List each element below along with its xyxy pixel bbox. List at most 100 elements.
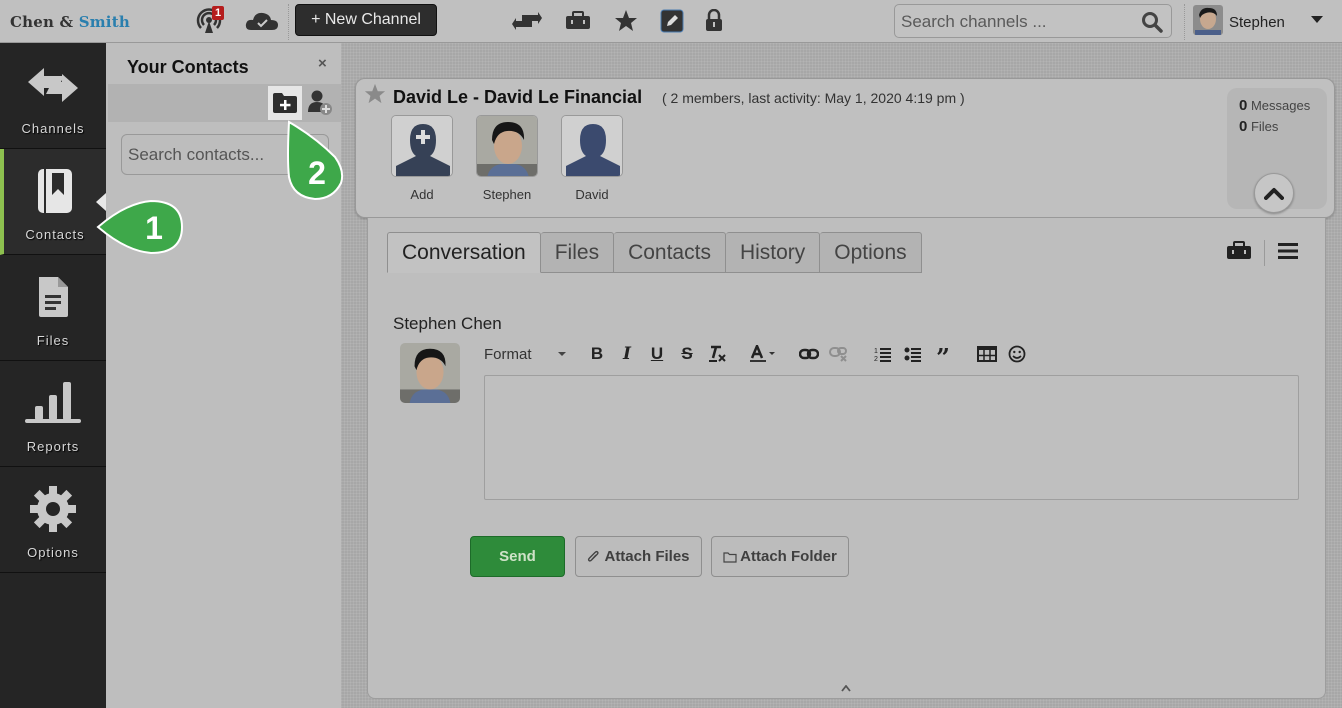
nav-item-options[interactable]: Options xyxy=(0,467,106,573)
bold-icon[interactable]: B xyxy=(582,343,612,365)
channel-title: David Le - David Le Financial xyxy=(393,87,643,107)
callout-step-1: 1 xyxy=(96,197,186,262)
menu-icon[interactable] xyxy=(1277,241,1299,266)
lock-icon[interactable] xyxy=(700,8,728,34)
tab-contacts[interactable]: Contacts xyxy=(614,232,726,273)
author-avatar xyxy=(400,343,460,403)
add-folder-button[interactable] xyxy=(268,86,302,120)
svg-text:1: 1 xyxy=(145,210,163,246)
callout-step-2: 2 xyxy=(285,119,347,206)
add-contact-button[interactable] xyxy=(307,88,333,121)
logo-text-smith: Smith xyxy=(78,13,130,31)
bar-chart-icon xyxy=(23,377,83,429)
channel-meta: ( 2 members, last activity: May 1, 2020 … xyxy=(662,90,965,106)
paperclip-icon xyxy=(587,550,600,564)
tab-files[interactable]: Files xyxy=(540,232,615,273)
add-member-icon xyxy=(391,115,453,177)
close-icon[interactable]: × xyxy=(318,55,327,72)
conversation-tools xyxy=(1226,240,1299,266)
member-label: Stephen xyxy=(482,187,532,202)
underline-icon[interactable]: U xyxy=(642,343,672,365)
left-nav: Channels Contacts Files Reports Options xyxy=(0,43,106,708)
conversation-tabs: Conversation Files Contacts History Opti… xyxy=(387,232,922,273)
tab-conversation[interactable]: Conversation xyxy=(387,232,541,273)
nav-label: Files xyxy=(36,333,70,348)
svg-text:2: 2 xyxy=(308,155,326,191)
unlink-icon[interactable] xyxy=(824,343,854,365)
attach-folder-button[interactable]: Attach Folder xyxy=(711,536,849,577)
channel-stats: 0 Messages 0 Files xyxy=(1227,88,1327,213)
edit-icon[interactable] xyxy=(658,8,686,34)
user-name[interactable]: Stephen xyxy=(1229,14,1285,31)
nav-label: Channels xyxy=(21,121,85,136)
svg-text:2: 2 xyxy=(874,356,878,362)
format-label: Format xyxy=(484,345,532,363)
gear-icon xyxy=(28,483,78,535)
messages-stat: 0 Messages xyxy=(1239,97,1311,114)
add-member-button[interactable]: Add xyxy=(382,115,462,202)
member-avatar xyxy=(476,115,538,177)
strikethrough-icon[interactable]: S xyxy=(672,343,702,365)
member-stephen[interactable]: Stephen xyxy=(467,115,547,202)
channel-search-box xyxy=(894,4,1172,38)
tab-history[interactable]: History xyxy=(725,232,821,273)
toolbox-icon[interactable] xyxy=(564,8,592,34)
toolbox-icon[interactable] xyxy=(1226,240,1252,266)
remove-format-icon[interactable] xyxy=(702,343,732,365)
text-color-icon[interactable] xyxy=(746,343,780,365)
nav-item-channels[interactable]: Channels xyxy=(0,43,106,149)
nav-item-contacts[interactable]: Contacts xyxy=(0,149,106,255)
link-icon[interactable] xyxy=(794,343,824,365)
contacts-toolbar xyxy=(108,84,341,122)
member-avatar xyxy=(561,115,623,177)
message-editor[interactable] xyxy=(484,375,1299,500)
table-icon[interactable] xyxy=(972,343,1002,365)
attach-files-button[interactable]: Attach Files xyxy=(575,536,702,577)
divider xyxy=(1184,4,1185,40)
nav-label: Options xyxy=(27,545,79,560)
expand-caret-icon[interactable] xyxy=(841,681,851,695)
send-button[interactable]: Send xyxy=(470,536,565,577)
chevron-down-icon xyxy=(557,352,566,356)
channel-search-input[interactable] xyxy=(901,10,1131,34)
nav-item-reports[interactable]: Reports xyxy=(0,361,106,467)
star-icon[interactable] xyxy=(612,8,640,34)
app-logo[interactable]: Chen & Smith xyxy=(10,13,130,31)
contacts-panel-title: Your Contacts xyxy=(127,57,249,77)
emoji-icon[interactable] xyxy=(1002,343,1032,365)
attach-folder-label: Attach Folder xyxy=(740,548,837,565)
channel-header-card: David Le - David Le Financial ( 2 member… xyxy=(355,78,1335,218)
member-label: Add xyxy=(410,187,434,202)
divider xyxy=(288,4,289,40)
attach-files-label: Attach Files xyxy=(604,548,690,565)
user-menu-caret-icon[interactable] xyxy=(1311,16,1323,23)
transfer-icon[interactable] xyxy=(511,8,543,34)
blockquote-icon[interactable]: ” xyxy=(928,343,958,372)
notification-badge: 1 xyxy=(212,6,225,20)
member-label: David xyxy=(575,187,609,202)
logo-text-chen: Chen & xyxy=(10,13,79,31)
format-dropdown[interactable]: Format xyxy=(484,346,568,363)
contacts-book-icon xyxy=(36,165,74,217)
tab-options[interactable]: Options xyxy=(820,232,922,273)
conversation-card: Conversation Files Contacts History Opti… xyxy=(367,218,1326,699)
bullet-list-icon[interactable] xyxy=(898,343,928,365)
search-icon[interactable] xyxy=(1141,11,1163,38)
top-bar: Chen & Smith 1 + New Channel Stephen xyxy=(0,0,1342,43)
nav-label: Contacts xyxy=(25,227,85,242)
cloud-check-icon[interactable] xyxy=(245,8,279,34)
file-icon xyxy=(36,271,70,323)
numbered-list-icon[interactable]: 12 xyxy=(868,343,898,365)
collapse-header-button[interactable] xyxy=(1254,173,1294,213)
member-david[interactable]: David xyxy=(552,115,632,202)
folder-icon xyxy=(723,551,737,563)
user-avatar[interactable] xyxy=(1193,5,1223,35)
divider xyxy=(1264,240,1265,266)
italic-icon[interactable]: I xyxy=(612,343,642,365)
nav-item-files[interactable]: Files xyxy=(0,255,106,361)
folder-plus-icon xyxy=(273,93,297,113)
new-channel-button[interactable]: + New Channel xyxy=(295,4,437,36)
nav-label: Reports xyxy=(26,439,80,454)
editor-toolbar: Format B I U S 12 ” xyxy=(484,343,1032,372)
favorite-star-icon[interactable] xyxy=(364,83,386,110)
